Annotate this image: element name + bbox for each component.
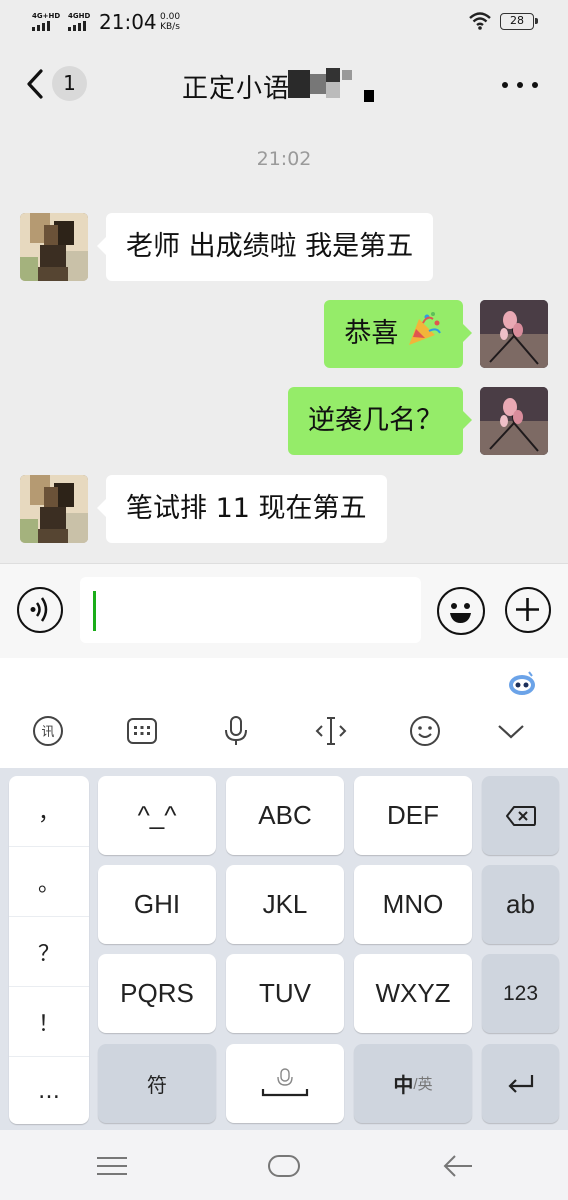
status-bar: 4G+HD 4GHD 21:04 0.00 KB/s 28 [0, 0, 568, 44]
keyboard-toolbar: 讯 [0, 658, 568, 768]
svg-text:讯: 讯 [41, 725, 54, 740]
battery-icon: 28 [500, 13, 538, 30]
punctuation-column[interactable]: ， 。 ？ ！ … [9, 776, 89, 1124]
space-mic-icon [261, 1067, 309, 1096]
message-text: 恭喜 [344, 318, 399, 349]
key-3[interactable]: DEF [354, 776, 472, 855]
text-cursor [93, 591, 96, 631]
more-dots-icon[interactable] [502, 80, 538, 90]
message-bubble-incoming[interactable]: 笔试排 11 现在第五 [97, 475, 387, 543]
handwriting-icon[interactable]: 讯 [31, 714, 65, 748]
message-input[interactable] [80, 577, 421, 643]
message-bubble-incoming[interactable]: 老师 出成绩啦 我是第五 [96, 213, 434, 281]
system-navigation-bar [0, 1130, 568, 1200]
message-bubble-outgoing[interactable]: 恭喜 [324, 300, 472, 368]
my-avatar[interactable] [480, 300, 548, 368]
net-speed-value: 0.00 [160, 12, 181, 22]
chat-header: 1 正定小语 [0, 44, 568, 124]
punct-key-exclaim[interactable]: ！ [9, 986, 89, 1056]
collapse-icon[interactable] [494, 714, 528, 748]
emoji-icon[interactable] [437, 587, 485, 635]
signal-label: 4G+HD [32, 12, 61, 20]
chat-timestamp: 21:02 [256, 148, 312, 170]
unread-count-badge[interactable]: 1 [52, 66, 87, 101]
backspace-icon [505, 805, 536, 826]
chevron-left-icon[interactable] [22, 66, 52, 102]
party-popper-icon [409, 312, 441, 345]
back-arrow-icon[interactable] [440, 1150, 476, 1182]
lang-primary: 中 [393, 1075, 414, 1097]
ab-key[interactable]: ab [482, 865, 559, 944]
key-5[interactable]: JKL [226, 865, 344, 944]
language-switch-key[interactable]: 中 /英 [354, 1044, 472, 1123]
punct-key-period[interactable]: 。 [9, 846, 89, 916]
key-6[interactable]: MNO [354, 865, 472, 944]
keypad: ， 。 ？ ！ … ^_^ ABC DEF GHI JKL MNO ab PQR… [0, 768, 568, 1140]
message-bubble-outgoing[interactable]: 逆袭几名？ [288, 387, 472, 455]
punct-key-ellipsis[interactable]: … [9, 1056, 89, 1126]
key-2[interactable]: ABC [226, 776, 344, 855]
enter-key[interactable] [482, 1044, 559, 1123]
signal-label: 4GHD [68, 12, 91, 20]
my-avatar[interactable] [480, 387, 548, 455]
keyboard: 讯 ， 。 ？ ！ … ^_^ ABC DEF GHI JKL MNO ab P… [0, 658, 568, 1200]
microphone-icon[interactable] [219, 714, 253, 748]
status-time: 21:04 [99, 10, 157, 34]
lang-secondary: /英 [413, 1076, 433, 1093]
punct-key-comma[interactable]: ， [9, 776, 89, 846]
voice-icon[interactable] [17, 587, 63, 633]
symbol-key[interactable]: 符 [98, 1044, 216, 1123]
punct-key-question[interactable]: ？ [9, 916, 89, 986]
signal-icon: 4G+HD [32, 12, 60, 31]
contact-avatar[interactable] [20, 213, 88, 281]
plus-icon[interactable] [505, 587, 551, 633]
wifi-icon [469, 12, 491, 30]
backspace-key[interactable] [482, 776, 559, 855]
chat-title: 正定小语 [182, 74, 291, 104]
keyboard-icon[interactable] [125, 714, 159, 748]
key-8[interactable]: TUV [226, 954, 344, 1033]
signal-icon: 4GHD [68, 12, 90, 31]
home-icon[interactable] [266, 1150, 302, 1182]
face-icon[interactable] [408, 714, 442, 748]
key-7[interactable]: PQRS [98, 954, 216, 1033]
contact-avatar[interactable] [20, 475, 88, 543]
number-key[interactable]: 123 [482, 954, 559, 1033]
key-4[interactable]: GHI [98, 865, 216, 944]
key-1[interactable]: ^_^ [98, 776, 216, 855]
cursor-icon[interactable] [314, 714, 348, 748]
message-input-bar [0, 563, 568, 658]
menu-icon[interactable] [94, 1150, 130, 1182]
assistant-icon[interactable] [507, 668, 537, 698]
enter-icon [507, 1074, 533, 1093]
net-speed-unit: KB/s [160, 22, 180, 32]
space-key[interactable] [226, 1044, 344, 1123]
key-9[interactable]: WXYZ [354, 954, 472, 1033]
net-speed: 0.00 KB/s [160, 12, 180, 32]
